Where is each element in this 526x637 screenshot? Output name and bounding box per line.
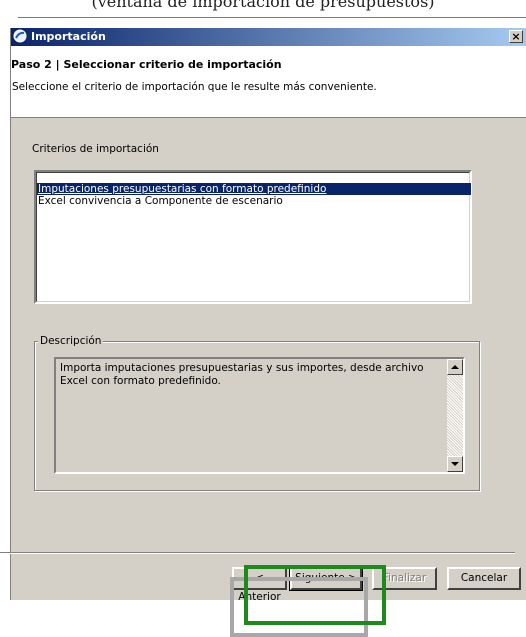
description-textarea[interactable]: Importa imputaciones presupuestarias y s… — [54, 357, 465, 474]
cropped-top-strip: (ventana de importación de presupuestos) — [0, 0, 526, 28]
highlight-box-green — [244, 565, 386, 625]
arrow-down-icon[interactable] — [447, 456, 463, 472]
window-title: Importación — [31, 30, 106, 43]
step-title: Paso 2 | Seleccionar criterio de importa… — [11, 58, 282, 71]
description-scrollbar[interactable] — [447, 359, 463, 472]
wizard-header: Paso 2 | Seleccionar criterio de importa… — [11, 46, 526, 118]
description-text: Importa imputaciones presupuestarias y s… — [60, 362, 424, 387]
cropped-caption: (ventana de importación de presupuestos) — [91, 0, 435, 11]
criteria-listbox[interactable]: Imputaciones presupuestarias con formato… — [34, 170, 472, 304]
close-icon[interactable]: × — [509, 30, 523, 43]
criteria-label: Criterios de importación — [32, 143, 159, 155]
title-bar[interactable]: Importación × — [11, 28, 526, 46]
criteria-option-formato-predefinido[interactable]: Imputaciones presupuestarias con formato… — [37, 183, 471, 195]
description-legend: Descripción — [38, 335, 104, 347]
cancel-button[interactable]: Cancelar — [447, 567, 521, 590]
criteria-option-excel-convivencia[interactable]: Excel convivencia a Componente de escena… — [37, 195, 471, 207]
import-app-icon — [13, 29, 27, 43]
step-description: Seleccione el criterio de importación qu… — [12, 81, 377, 93]
arrow-up-icon[interactable] — [447, 359, 463, 375]
top-divider — [18, 17, 526, 18]
footer-separator — [0, 552, 515, 554]
import-dialog: Importación × Paso 2 | Seleccionar crite… — [10, 28, 526, 600]
